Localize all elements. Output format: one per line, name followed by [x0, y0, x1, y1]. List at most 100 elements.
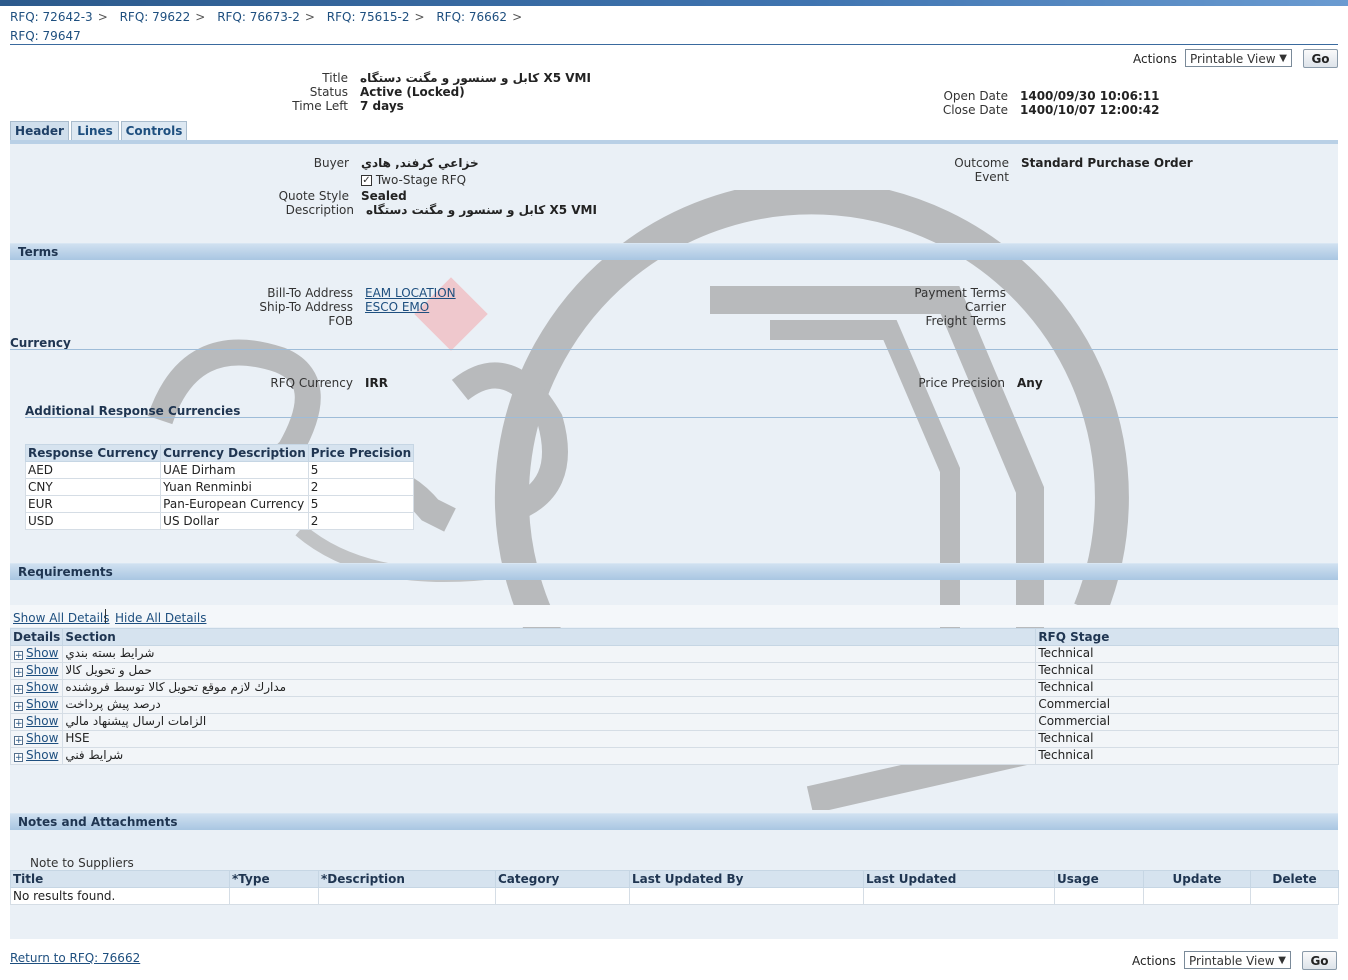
- details-cell: + Show: [9, 662, 64, 680]
- page-title: RFQ: 79647: [10, 29, 81, 43]
- section-cell: الزامات ارسال پيشنهاد مالي: [62, 713, 1037, 731]
- table-header-row: Details Section RFQ Stage: [9, 628, 1339, 646]
- breadcrumb-link[interactable]: RFQ: 79622: [120, 10, 191, 24]
- column-header: *Description: [318, 870, 496, 888]
- expand-icon[interactable]: +: [14, 719, 23, 729]
- stage-cell: Commercial: [1035, 713, 1339, 731]
- table-cell: 2: [307, 478, 415, 496]
- table-cell: [1143, 887, 1251, 905]
- expand-icon[interactable]: +: [14, 651, 23, 661]
- empty-message: No results found.: [10, 887, 230, 905]
- hide-all-details-link[interactable]: Hide All Details: [115, 611, 206, 625]
- table-row: EUR Pan-European Currency 5: [24, 495, 415, 513]
- show-link[interactable]: Show: [26, 697, 58, 711]
- rfq-currency-label: RFQ Currency: [270, 376, 353, 390]
- show-link[interactable]: Show: [26, 731, 58, 745]
- actions-label: Actions: [1133, 52, 1177, 66]
- notes-section-header: Notes and Attachments: [10, 813, 1338, 830]
- column-header: Title: [10, 870, 230, 888]
- return-link[interactable]: Return to RFQ: 76662: [10, 951, 140, 965]
- status-label: Status: [309, 85, 348, 99]
- show-link[interactable]: Show: [26, 748, 58, 762]
- close-date-label: Close Date: [942, 103, 1008, 117]
- currency-subheader: Currency: [10, 336, 71, 350]
- expand-icon[interactable]: +: [14, 736, 23, 746]
- go-button[interactable]: Go: [1303, 49, 1338, 68]
- buyer-value: خزاعي كرفند, هادي: [361, 156, 479, 170]
- time-left-label: Time Left: [292, 99, 348, 113]
- table-row: + Show HSE Technical: [9, 730, 1339, 748]
- table-cell: [495, 887, 630, 905]
- freight-terms-label: Freight Terms: [925, 314, 1007, 328]
- payment-terms-label: Payment Terms: [914, 286, 1006, 300]
- time-left-value: 7 days: [360, 99, 404, 113]
- top-accent-bar: [0, 0, 1348, 6]
- expand-icon[interactable]: +: [14, 685, 23, 695]
- section-cell: شرايط فني: [62, 747, 1037, 765]
- show-link[interactable]: Show: [26, 646, 58, 660]
- table-cell: Pan-European Currency: [160, 495, 309, 513]
- expand-icon[interactable]: +: [14, 668, 23, 678]
- table-header-row: Response Currency Currency Description P…: [24, 444, 415, 462]
- table-row: AED UAE Dirham 5: [24, 461, 415, 479]
- go-button-bottom[interactable]: Go: [1302, 951, 1337, 970]
- stage-cell: Technical: [1035, 730, 1339, 748]
- column-header: Price Precision: [307, 444, 415, 462]
- breadcrumb-separator: >: [97, 10, 108, 24]
- attachments-table: Title *Type *Description Category Last U…: [10, 870, 1339, 905]
- column-header: Last Updated: [863, 870, 1055, 888]
- chevron-down-icon: ▼: [1279, 53, 1287, 64]
- column-header: *Type: [229, 870, 319, 888]
- show-link[interactable]: Show: [26, 663, 58, 677]
- breadcrumb-separator: >: [195, 10, 206, 24]
- tab-lines[interactable]: Lines: [71, 121, 119, 141]
- actions-label-bottom: Actions: [1132, 954, 1176, 968]
- table-cell: [318, 887, 496, 905]
- stage-cell: Technical: [1035, 645, 1339, 663]
- actions-select-bottom[interactable]: Printable View ▼: [1184, 951, 1291, 969]
- expand-icon[interactable]: +: [14, 753, 23, 763]
- expand-icon[interactable]: +: [14, 702, 23, 712]
- tab-header[interactable]: Header: [10, 121, 69, 141]
- table-row: + Show شرايط فني Technical: [9, 747, 1339, 765]
- description-value: کابل و سنسور و مگنت دستگاه X5 VMI: [366, 203, 597, 217]
- outcome-value: Standard Purchase Order: [1021, 156, 1193, 170]
- two-stage-checkbox[interactable]: ✓: [361, 175, 372, 186]
- bill-to-label: Bill-To Address: [267, 286, 353, 300]
- table-cell: [863, 887, 1055, 905]
- column-header: Details: [9, 628, 64, 646]
- show-link[interactable]: Show: [26, 714, 58, 728]
- breadcrumb-link[interactable]: RFQ: 75615-2: [327, 10, 410, 24]
- stage-cell: Commercial: [1035, 696, 1339, 714]
- details-cell: + Show: [9, 730, 64, 748]
- column-header: Response Currency: [24, 444, 162, 462]
- table-cell: Yuan Renminbi: [160, 478, 309, 496]
- breadcrumb-link[interactable]: RFQ: 76662: [436, 10, 507, 24]
- quote-style-label: Quote Style: [278, 189, 349, 203]
- show-all-details-link[interactable]: Show All Details: [13, 611, 110, 625]
- table-row: + Show مدارك لازم موقع تحويل كالا توسط فر…: [9, 679, 1339, 697]
- actions-select-value: Printable View: [1190, 52, 1276, 66]
- price-precision-value: Any: [1017, 376, 1043, 390]
- column-header: Last Updated By: [629, 870, 864, 888]
- show-link[interactable]: Show: [26, 680, 58, 694]
- breadcrumb-link[interactable]: RFQ: 76673-2: [217, 10, 300, 24]
- title-divider: [10, 44, 1338, 45]
- details-cell: + Show: [9, 696, 64, 714]
- breadcrumb-link[interactable]: RFQ: 72642-3: [10, 10, 93, 24]
- breadcrumb-separator: >: [512, 10, 523, 24]
- table-row: + Show الزامات ارسال پيشنهاد مالي Commerc…: [9, 713, 1339, 731]
- table-cell: 5: [307, 461, 415, 479]
- currency-table: Response Currency Currency Description P…: [24, 444, 415, 530]
- bill-to-link[interactable]: EAM LOCATION: [365, 286, 456, 300]
- column-header: Update: [1143, 870, 1251, 888]
- table-cell: US Dollar: [160, 512, 309, 530]
- table-row: + Show حمل و تحويل كالا Technical: [9, 662, 1339, 680]
- table-cell: [1054, 887, 1144, 905]
- ship-to-link[interactable]: ESCO EMO: [365, 300, 429, 314]
- actions-select[interactable]: Printable View ▼: [1185, 49, 1292, 67]
- tab-controls[interactable]: Controls: [121, 121, 187, 141]
- table-cell: EUR: [24, 495, 162, 513]
- table-row: + Show درصد پيش پرداخت Commercial: [9, 696, 1339, 714]
- terms-section-header: Terms: [10, 243, 1338, 260]
